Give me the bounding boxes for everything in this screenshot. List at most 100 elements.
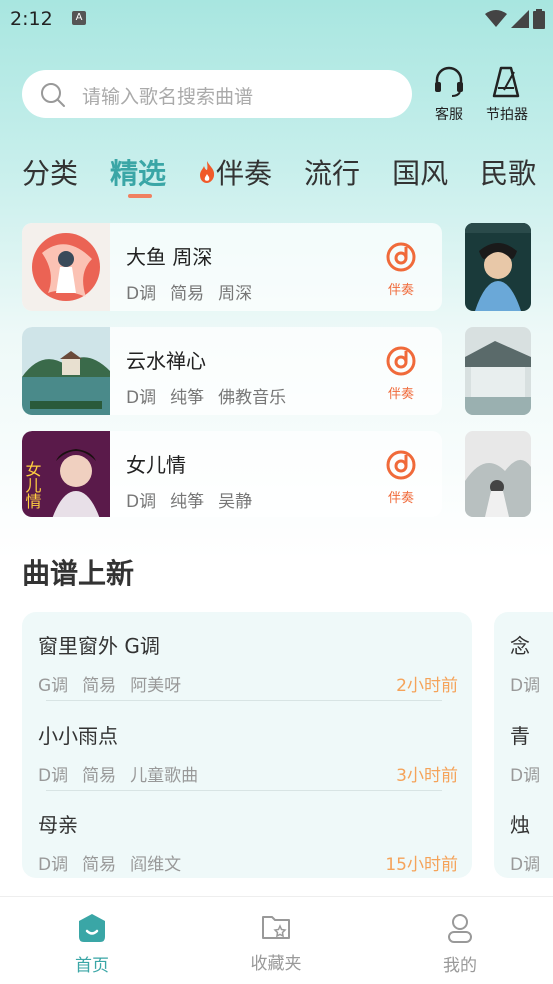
score-title: 青	[510, 724, 530, 748]
tab-label: 流行	[304, 157, 361, 190]
nav-home-label: 首页	[75, 956, 109, 976]
divider	[46, 790, 442, 791]
metronome-button[interactable]: 节拍器	[482, 64, 532, 124]
song-meta: D调 纯筝 佛教音乐	[126, 383, 300, 408]
wifi-icon	[485, 10, 507, 27]
cover-text: 女儿情	[23, 460, 42, 510]
accompaniment-label: 伴奏	[387, 387, 414, 402]
disc-icon	[386, 242, 416, 272]
list-item[interactable]: 小小雨点 D调 简易 儿童歌曲 3小时前	[38, 720, 458, 786]
tab-featured[interactable]: 精选	[110, 152, 166, 198]
folder-star-icon	[262, 916, 290, 939]
notification-icon: A	[72, 11, 86, 25]
fire-icon	[200, 161, 215, 183]
score-tag: 阿美呀	[130, 676, 182, 696]
song-card[interactable]: 云水禅心 D调 纯筝 佛教音乐 伴奏	[22, 327, 442, 415]
song-key: D调	[126, 284, 157, 304]
tab-label: 分类	[22, 157, 79, 190]
tab-category[interactable]: 分类	[22, 152, 78, 192]
disc-icon	[386, 346, 416, 376]
song-level: 纯筝	[170, 492, 205, 512]
song-meta: D调 纯筝 吴静	[126, 487, 266, 512]
score-meta: G调 简易 阿美呀 2小时前	[38, 671, 458, 696]
score-time: 3小时前	[396, 766, 458, 786]
accompaniment-button[interactable]: 伴奏	[384, 345, 418, 402]
metronome-label: 节拍器	[486, 107, 528, 123]
search-icon	[41, 83, 65, 107]
score-meta: D调	[510, 766, 541, 786]
score-time: 15小时前	[385, 855, 458, 875]
score-level: 简易	[82, 766, 117, 786]
system-icons	[485, 9, 545, 29]
song-level: 纯筝	[170, 388, 205, 408]
accompaniment-label: 伴奏	[387, 491, 414, 506]
song-key: D调	[126, 492, 157, 512]
song-meta: D调 简易 周深	[126, 279, 266, 304]
headset-icon	[435, 66, 463, 97]
tab-label: 民歌	[480, 157, 537, 190]
score-tag: 阎维文	[130, 855, 182, 875]
tab-label: 国风	[392, 157, 449, 190]
score-key: D调	[38, 766, 69, 786]
category-tabs: 分类 精选 伴奏 流行 国风 民歌	[22, 152, 553, 198]
song-card[interactable]: 女儿情 女儿情 D调 纯筝 吴静 伴奏	[22, 431, 442, 517]
nav-favorites-label: 收藏夹	[250, 954, 302, 974]
tab-pop[interactable]: 流行	[304, 152, 360, 192]
song-title: 大鱼 周深	[126, 245, 213, 269]
tab-label: 伴奏	[216, 157, 273, 190]
customer-service-label: 客服	[435, 107, 463, 123]
bottom-nav: 首页 收藏夹 我的	[0, 896, 553, 984]
status-bar: 2:12 A	[0, 0, 553, 38]
disc-icon	[386, 450, 416, 480]
list-item[interactable]: 母亲 D调 简易 阎维文 15小时前	[38, 809, 458, 875]
tab-accompaniment[interactable]: 伴奏	[198, 152, 272, 192]
score-meta: D调	[510, 676, 541, 696]
list-item: 念 D调	[510, 630, 540, 696]
new-scores-card: 窗里窗外 G调 G调 简易 阿美呀 2小时前 小小雨点 D调 简易 儿童歌曲 3小时前 …	[22, 612, 472, 878]
nav-mine-label: 我的	[443, 956, 477, 976]
score-title: 母亲	[38, 813, 78, 837]
score-key: D调	[38, 855, 69, 875]
song-card[interactable]: 大鱼 周深 D调 简易 周深 伴奏	[22, 223, 442, 311]
song-title: 云水禅心	[126, 349, 206, 373]
list-item: 青 D调	[510, 720, 540, 786]
score-key: G调	[38, 676, 69, 696]
status-time: 2:12	[10, 8, 53, 30]
song-cover	[22, 327, 110, 415]
side-song-cover[interactable]	[465, 223, 531, 311]
divider	[46, 700, 442, 701]
search-input[interactable]: 请输入歌名搜索曲谱	[22, 70, 412, 118]
nav-mine[interactable]: 我的	[420, 913, 500, 976]
section-title: 曲谱上新	[22, 557, 135, 590]
song-level: 简易	[170, 284, 205, 304]
search-placeholder: 请输入歌名搜索曲谱	[82, 86, 254, 108]
score-level: 简易	[82, 855, 117, 875]
customer-service-button[interactable]: 客服	[424, 64, 474, 124]
side-song-cover[interactable]	[465, 431, 531, 517]
new-scores-card-next[interactable]: 念 D调 青 D调 烛 D调	[494, 612, 553, 878]
tab-folk[interactable]: 民歌	[480, 152, 536, 192]
signal-icon	[511, 10, 529, 28]
nav-favorites[interactable]: 收藏夹	[236, 913, 316, 974]
accompaniment-button[interactable]: 伴奏	[384, 241, 418, 298]
accompaniment-button[interactable]: 伴奏	[384, 449, 418, 506]
song-tag: 吴静	[218, 492, 253, 512]
battery-icon	[533, 9, 545, 29]
song-cover	[22, 223, 110, 311]
score-meta: D调 简易 阎维文 15小时前	[38, 850, 458, 875]
song-tag: 周深	[218, 284, 253, 304]
metronome-icon	[492, 66, 520, 98]
user-icon	[448, 914, 472, 943]
score-tag: 儿童歌曲	[130, 766, 199, 786]
nav-home[interactable]: 首页	[52, 913, 132, 976]
list-item[interactable]: 窗里窗外 G调 G调 简易 阿美呀 2小时前	[38, 630, 458, 696]
score-title: 烛	[510, 813, 530, 837]
tab-guofeng[interactable]: 国风	[392, 152, 448, 192]
home-icon	[79, 914, 105, 942]
side-song-cover[interactable]	[465, 327, 531, 415]
list-item: 烛 D调	[510, 809, 540, 875]
score-meta: D调 简易 儿童歌曲 3小时前	[38, 761, 458, 786]
score-meta: D调	[510, 855, 541, 875]
song-key: D调	[126, 388, 157, 408]
song-tag: 佛教音乐	[218, 388, 287, 408]
